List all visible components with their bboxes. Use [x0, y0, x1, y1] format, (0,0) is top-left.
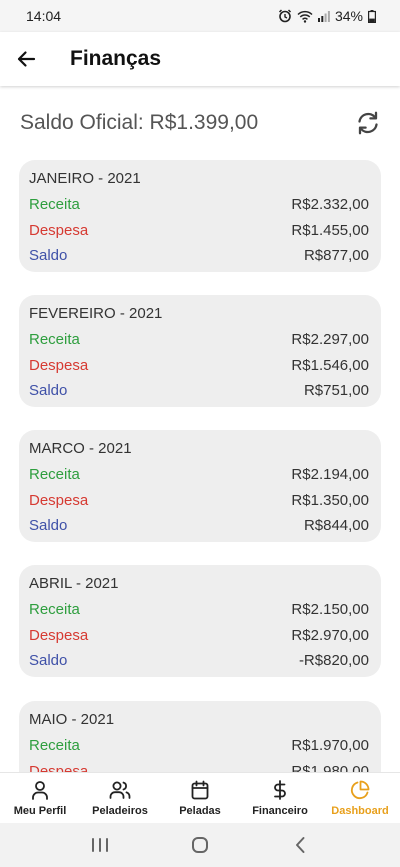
receita-row: Receita R$1.970,00: [29, 733, 369, 759]
saldo-label: Saldo: [29, 247, 68, 264]
month-card-janeiro[interactable]: JANEIRO - 2021 Receita R$2.332,00 Despesa…: [19, 160, 381, 272]
despesa-row: Despesa R$2.970,00: [29, 623, 369, 649]
receita-value: R$1.970,00: [291, 737, 369, 754]
receita-row: Receita R$2.332,00: [29, 192, 369, 218]
nav-dashboard[interactable]: Dashboard: [320, 773, 400, 823]
month-title: FEVEREIRO - 2021: [29, 305, 163, 322]
nav-meu-perfil[interactable]: Meu Perfil: [0, 773, 80, 823]
app-bar: Finanças: [0, 32, 400, 86]
saldo-row: Saldo R$844,00: [29, 513, 369, 539]
despesa-row: Despesa R$1.350,00: [29, 488, 369, 514]
saldo-value: -R$820,00: [298, 652, 369, 669]
group-icon: [109, 781, 131, 799]
despesa-label: Despesa: [29, 491, 89, 509]
battery-percent: 34%: [334, 8, 363, 24]
receita-label: Receita: [29, 601, 80, 618]
refresh-icon: [358, 111, 378, 135]
system-back-button[interactable]: [280, 825, 320, 865]
saldo-row: Saldo R$751,00: [29, 378, 369, 404]
calendar-icon: [191, 780, 209, 800]
recent-apps-button[interactable]: [80, 825, 120, 865]
nav-label: Meu Perfil: [13, 805, 67, 817]
refresh-button[interactable]: [354, 109, 382, 137]
receita-label: Receita: [29, 196, 80, 213]
pie-chart-icon: [350, 780, 370, 800]
despesa-value: R$1.980,00: [291, 762, 369, 773]
system-navigation-bar: [0, 823, 400, 867]
chevron-left-icon: [296, 837, 305, 853]
battery-icon: [368, 9, 376, 23]
saldo-label: Saldo: [29, 382, 68, 399]
recent-apps-icon: [92, 838, 108, 852]
month-title: JANEIRO - 2021: [29, 170, 141, 187]
finance-content[interactable]: Saldo Oficial: R$1.399,00 JANEIRO - 2021…: [0, 86, 400, 772]
dollar-icon: [274, 780, 286, 800]
nav-label: Financeiro: [252, 805, 308, 817]
nav-financeiro[interactable]: Financeiro: [240, 773, 320, 823]
receita-value: R$2.297,00: [291, 331, 369, 348]
receita-label: Receita: [29, 466, 80, 483]
page-title: Finanças: [70, 47, 162, 70]
status-time: 14:04: [26, 8, 62, 24]
arrow-back-icon: [17, 51, 36, 67]
alarm-icon: [278, 9, 291, 23]
despesa-row: Despesa R$1.980,00: [29, 759, 369, 773]
receita-row: Receita R$2.150,00: [29, 597, 369, 623]
nav-label: Dashboard: [331, 805, 389, 817]
home-icon: [192, 837, 208, 853]
saldo-value: R$844,00: [303, 517, 369, 534]
despesa-label: Despesa: [29, 356, 89, 374]
saldo-row: Saldo R$877,00: [29, 243, 369, 269]
month-card-abril[interactable]: ABRIL - 2021 Receita R$2.150,00 Despesa R$…: [19, 565, 381, 677]
despesa-value: R$1.455,00: [291, 221, 369, 239]
receita-row: Receita R$2.194,00: [29, 462, 369, 488]
status-icons: 34%: [278, 8, 376, 24]
month-card-maio[interactable]: MAIO - 2021 Receita R$1.970,00 Despesa R$1…: [19, 701, 381, 772]
receita-value: R$2.332,00: [291, 196, 369, 213]
despesa-value: R$1.546,00: [291, 356, 369, 374]
month-card-marco[interactable]: MARCO - 2021 Receita R$2.194,00 Despesa R$…: [19, 430, 381, 542]
receita-value: R$2.150,00: [291, 601, 369, 618]
saldo-value: R$877,00: [303, 247, 369, 264]
despesa-label: Despesa: [29, 221, 89, 239]
month-title: MAIO - 2021: [29, 711, 115, 728]
nav-label: Peladeiros: [92, 805, 148, 817]
despesa-row: Despesa R$1.546,00: [29, 353, 369, 379]
wifi-icon: [297, 10, 313, 23]
saldo-row: Saldo -R$820,00: [29, 648, 369, 674]
person-icon: [32, 781, 48, 800]
nav-peladas[interactable]: Peladas: [160, 773, 240, 823]
nav-label: Peladas: [179, 805, 221, 817]
despesa-row: Despesa R$1.455,00: [29, 218, 369, 244]
receita-value: R$2.194,00: [291, 466, 369, 483]
back-button[interactable]: [0, 32, 52, 86]
status-bar: 14:04 34%: [0, 0, 400, 32]
signal-icon: [317, 11, 330, 22]
despesa-value: R$2.970,00: [291, 626, 369, 644]
receita-row: Receita R$2.297,00: [29, 327, 369, 353]
despesa-value: R$1.350,00: [291, 491, 369, 509]
saldo-value: R$751,00: [303, 382, 369, 399]
month-title: ABRIL - 2021: [29, 575, 119, 592]
despesa-label: Despesa: [29, 762, 89, 773]
receita-label: Receita: [29, 331, 80, 348]
nav-peladeiros[interactable]: Peladeiros: [80, 773, 160, 823]
receita-label: Receita: [29, 737, 80, 754]
home-button[interactable]: [180, 825, 220, 865]
despesa-label: Despesa: [29, 626, 89, 644]
saldo-oficial-row: Saldo Oficial: R$1.399,00: [20, 108, 382, 138]
month-title: MARCO - 2021: [29, 440, 132, 457]
month-card-fevereiro[interactable]: FEVEREIRO - 2021 Receita R$2.297,00 Despe…: [19, 295, 381, 407]
saldo-label: Saldo: [29, 517, 68, 534]
saldo-label: Saldo: [29, 652, 68, 669]
bottom-navigation: Meu Perfil Peladeiros Peladas Financeiro…: [0, 772, 400, 823]
saldo-oficial-text: Saldo Oficial: R$1.399,00: [20, 111, 259, 134]
